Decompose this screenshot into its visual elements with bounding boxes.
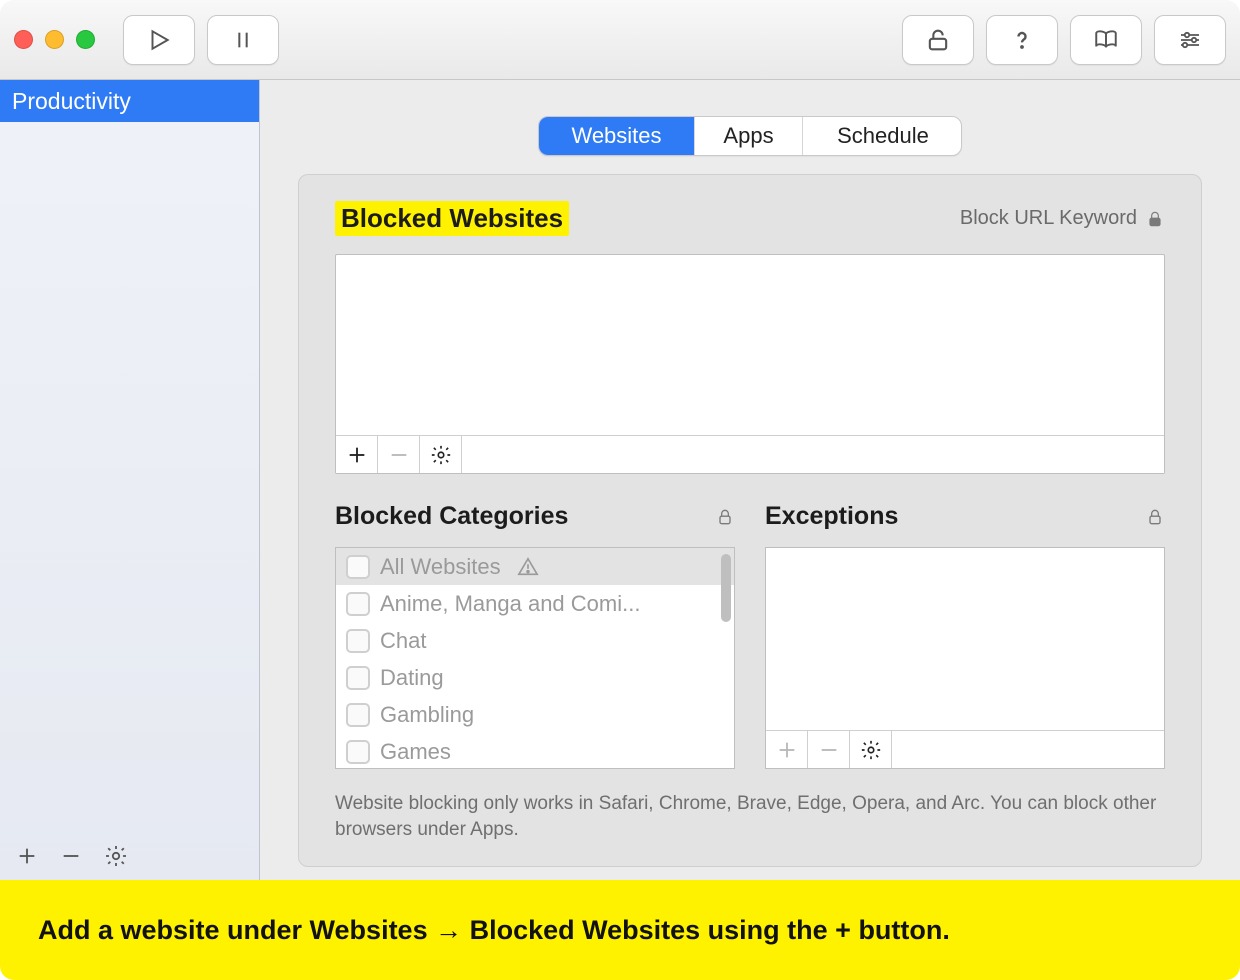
block-url-keyword-label: Block URL Keyword bbox=[960, 207, 1137, 230]
websites-panel: Blocked Websites Block URL Keyword bbox=[298, 174, 1202, 867]
blocked-websites-header: Blocked Websites Block URL Keyword bbox=[335, 201, 1165, 236]
help-icon bbox=[1008, 26, 1036, 54]
website-options-button[interactable] bbox=[420, 436, 462, 473]
titlebar bbox=[0, 0, 1240, 80]
minus-icon bbox=[388, 444, 410, 466]
blocked-categories-title: Blocked Categories bbox=[335, 502, 568, 531]
category-chat[interactable]: Chat bbox=[336, 622, 734, 659]
checkbox[interactable] bbox=[346, 703, 370, 727]
category-dating[interactable]: Dating bbox=[336, 659, 734, 696]
warning-icon bbox=[517, 556, 539, 578]
sidebar-item-label: Productivity bbox=[12, 88, 131, 115]
play-icon bbox=[146, 27, 172, 53]
pause-button[interactable] bbox=[207, 15, 279, 65]
exceptions-column: Exceptions bbox=[765, 502, 1165, 769]
checkbox[interactable] bbox=[346, 740, 370, 764]
minus-icon bbox=[818, 739, 840, 761]
remove-exception-button[interactable] bbox=[808, 731, 850, 768]
tab-websites[interactable]: Websites bbox=[539, 117, 695, 155]
category-anime[interactable]: Anime, Manga and Comi... bbox=[336, 585, 734, 622]
tab-bar: Websites Apps Schedule bbox=[538, 116, 962, 156]
sidebar-item-productivity[interactable]: Productivity bbox=[0, 80, 259, 122]
checkbox[interactable] bbox=[346, 666, 370, 690]
gear-icon bbox=[430, 444, 452, 466]
exceptions-body bbox=[766, 548, 1164, 730]
sidebar-remove-button[interactable] bbox=[60, 845, 82, 867]
zoom-window-button[interactable] bbox=[76, 30, 95, 49]
exceptions-list[interactable] bbox=[765, 547, 1165, 769]
traffic-lights bbox=[14, 30, 95, 49]
lock-button[interactable] bbox=[902, 15, 974, 65]
tab-apps[interactable]: Apps bbox=[695, 117, 803, 155]
book-icon bbox=[1091, 27, 1121, 53]
lock-icon bbox=[715, 506, 735, 528]
settings-button[interactable] bbox=[1154, 15, 1226, 65]
blocked-websites-list[interactable] bbox=[335, 254, 1165, 474]
plus-icon bbox=[776, 739, 798, 761]
checkbox[interactable] bbox=[346, 592, 370, 616]
blocked-categories-list[interactable]: All Websites Anime, Manga and Comi... Ch… bbox=[335, 547, 735, 769]
scroll-thumb[interactable] bbox=[721, 554, 731, 622]
lock-icon bbox=[1145, 506, 1165, 528]
category-label: Chat bbox=[380, 628, 426, 654]
add-website-button[interactable] bbox=[336, 436, 378, 473]
exception-options-button[interactable] bbox=[850, 731, 892, 768]
close-window-button[interactable] bbox=[14, 30, 33, 49]
checkbox[interactable] bbox=[346, 555, 370, 579]
category-gambling[interactable]: Gambling bbox=[336, 696, 734, 733]
play-button[interactable] bbox=[123, 15, 195, 65]
plus-icon bbox=[346, 444, 368, 466]
lock-icon bbox=[1145, 208, 1165, 230]
instruction-banner: Add a website under Websites → Blocked W… bbox=[0, 880, 1240, 980]
content: Websites Apps Schedule Blocked Websites … bbox=[260, 80, 1240, 880]
category-label: Dating bbox=[380, 665, 444, 691]
category-label: Games bbox=[380, 739, 451, 765]
blocked-categories-column: Blocked Categories All Websites Anime, M… bbox=[335, 502, 735, 769]
category-label: Anime, Manga and Comi... bbox=[380, 591, 640, 617]
checkbox[interactable] bbox=[346, 629, 370, 653]
blocked-websites-body bbox=[336, 255, 1164, 435]
category-games[interactable]: Games bbox=[336, 733, 734, 769]
pause-icon bbox=[232, 27, 254, 53]
category-label: All Websites bbox=[380, 554, 501, 580]
blocked-websites-title: Blocked Websites bbox=[335, 201, 569, 236]
category-all-websites[interactable]: All Websites bbox=[336, 548, 734, 585]
block-url-keyword[interactable]: Block URL Keyword bbox=[960, 207, 1165, 230]
sidebar: Productivity bbox=[0, 80, 260, 880]
gear-icon bbox=[104, 844, 128, 868]
instruction-text: Add a website under Websites → Blocked W… bbox=[38, 915, 950, 946]
sidebar-settings-button[interactable] bbox=[104, 844, 128, 868]
exceptions-toolbar bbox=[766, 730, 1164, 768]
exceptions-title: Exceptions bbox=[765, 502, 898, 531]
browser-note: Website blocking only works in Safari, C… bbox=[335, 791, 1165, 842]
unlock-icon bbox=[924, 26, 952, 54]
add-exception-button[interactable] bbox=[766, 731, 808, 768]
sidebar-add-button[interactable] bbox=[16, 845, 38, 867]
plus-icon bbox=[16, 845, 38, 867]
sliders-icon bbox=[1175, 28, 1205, 52]
help-button[interactable] bbox=[986, 15, 1058, 65]
remove-website-button[interactable] bbox=[378, 436, 420, 473]
tab-schedule[interactable]: Schedule bbox=[803, 117, 962, 155]
minimize-window-button[interactable] bbox=[45, 30, 64, 49]
category-label: Gambling bbox=[380, 702, 474, 728]
library-button[interactable] bbox=[1070, 15, 1142, 65]
minus-icon bbox=[60, 845, 82, 867]
sidebar-footer bbox=[16, 844, 128, 868]
gear-icon bbox=[860, 739, 882, 761]
blocked-websites-toolbar bbox=[336, 435, 1164, 473]
